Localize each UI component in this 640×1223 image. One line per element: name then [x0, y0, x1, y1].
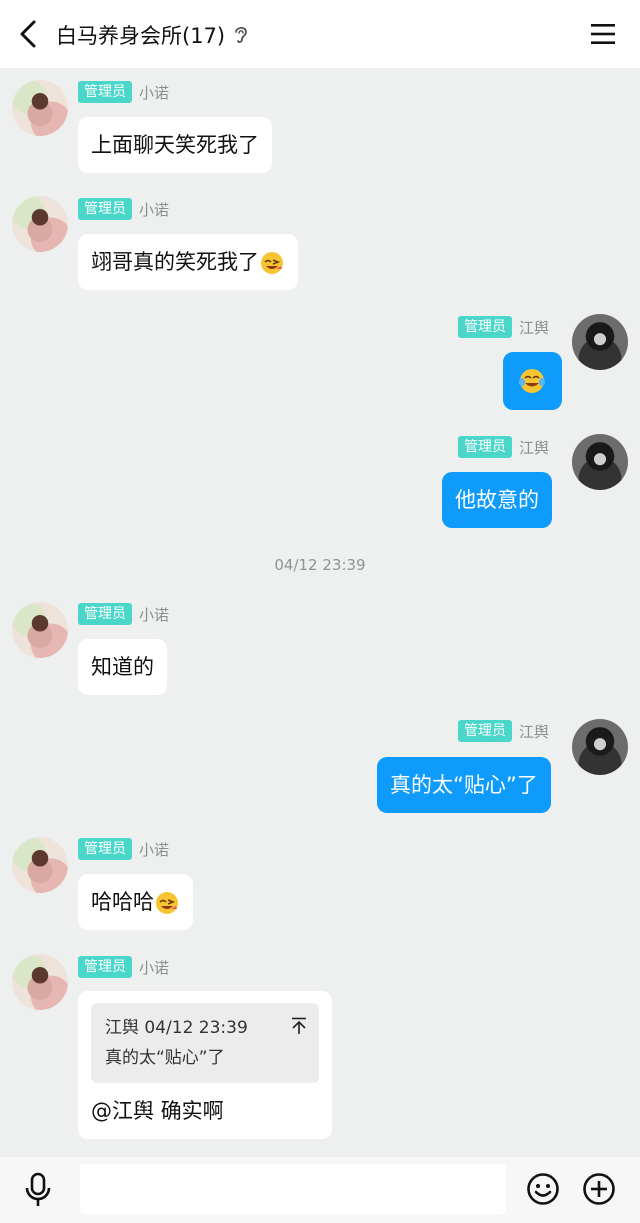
- admin-badge: 管理员: [78, 81, 132, 103]
- admin-badge: 管理员: [78, 956, 132, 978]
- admin-badge: 管理员: [458, 436, 512, 458]
- sender-name: 小诺: [139, 83, 170, 102]
- message-bubble[interactable]: 上面聊天笑死我了: [78, 117, 272, 173]
- avatar[interactable]: [572, 314, 628, 370]
- laughing-emoji-icon: [261, 252, 283, 274]
- avatar[interactable]: [12, 837, 68, 893]
- quoted-message[interactable]: 江舆 04/12 23:39 真的太“贴心”了: [91, 1003, 319, 1083]
- message-bubble[interactable]: 江舆 04/12 23:39 真的太“贴心”了 @江舆 确实啊: [78, 991, 332, 1139]
- message-text: 上面聊天笑死我了: [91, 133, 259, 157]
- sender-name: 小诺: [139, 840, 170, 859]
- avatar[interactable]: [12, 196, 68, 252]
- group-name: 白马养身会所(17): [56, 24, 226, 48]
- emoji-icon[interactable]: [526, 1172, 560, 1206]
- sender-meta: 管理员 江舆: [458, 436, 549, 458]
- sender-meta: 管理员 小诺: [78, 956, 169, 978]
- sender-meta: 管理员 小诺: [78, 81, 169, 103]
- message-bubble[interactable]: [503, 352, 562, 410]
- quote-author-time: 江舆 04/12 23:39: [105, 1018, 248, 1038]
- quote-text: 真的太“贴心”了: [105, 1048, 225, 1068]
- message-text: 哈哈哈: [91, 890, 154, 914]
- sender-name: 小诺: [139, 605, 170, 624]
- plus-icon[interactable]: [582, 1172, 616, 1206]
- message-text: 真的太“贴心”了: [390, 773, 538, 797]
- message-bubble[interactable]: 翊哥真的笑死我了: [78, 234, 298, 290]
- sender-meta: 管理员 小诺: [78, 603, 169, 625]
- time-divider: 04/12 23:39: [274, 556, 366, 574]
- admin-badge: 管理员: [458, 720, 512, 742]
- sender-name: 小诺: [139, 200, 170, 219]
- admin-badge: 管理员: [78, 198, 132, 220]
- sender-name: 小诺: [139, 958, 170, 977]
- message-text: 他故意的: [455, 488, 539, 512]
- sender-meta: 管理员 江舆: [458, 316, 549, 338]
- message-text: @江舆 确实啊: [91, 1099, 224, 1123]
- sender-meta: 管理员 江舆: [458, 720, 549, 742]
- back-icon[interactable]: [14, 18, 42, 50]
- sender-name: 江舆: [519, 318, 550, 337]
- message-bubble[interactable]: 哈哈哈: [78, 874, 193, 930]
- microphone-icon[interactable]: [24, 1172, 52, 1208]
- message-bubble[interactable]: 知道的: [78, 639, 167, 695]
- avatar[interactable]: [572, 434, 628, 490]
- message-text: 知道的: [91, 655, 154, 679]
- input-bar: [0, 1157, 640, 1223]
- ear-icon: [235, 26, 248, 43]
- laughing-emoji-icon: [156, 892, 178, 914]
- sender-meta: 管理员 小诺: [78, 198, 169, 220]
- avatar[interactable]: [12, 80, 68, 136]
- message-bubble[interactable]: 真的太“贴心”了: [377, 757, 551, 813]
- admin-badge: 管理员: [78, 603, 132, 625]
- chat-header: 白马养身会所(17): [0, 0, 640, 68]
- avatar[interactable]: [12, 602, 68, 658]
- pin-top-icon[interactable]: [291, 1017, 307, 1035]
- sender-name: 江舆: [519, 438, 550, 457]
- sender-meta: 管理员 小诺: [78, 838, 169, 860]
- chat-title: 白马养身会所(17): [56, 20, 249, 50]
- tears-of-joy-emoji-icon: [519, 369, 545, 393]
- avatar[interactable]: [572, 719, 628, 775]
- message-bubble[interactable]: 他故意的: [442, 472, 552, 528]
- avatar[interactable]: [12, 954, 68, 1010]
- menu-icon[interactable]: [590, 22, 616, 46]
- admin-badge: 管理员: [78, 838, 132, 860]
- message-text: 翊哥真的笑死我了: [91, 250, 259, 274]
- sender-name: 江舆: [519, 722, 550, 741]
- admin-badge: 管理员: [458, 316, 512, 338]
- message-input[interactable]: [80, 1164, 506, 1214]
